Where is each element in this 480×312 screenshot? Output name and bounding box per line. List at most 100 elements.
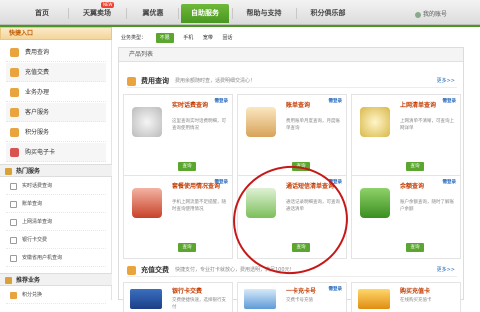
list-icon — [10, 219, 17, 226]
recommended-label: 推荐业务 — [16, 277, 41, 284]
filter-label: 业务类型： — [121, 35, 147, 41]
query-button[interactable]: 查询 — [178, 243, 196, 252]
points-icon — [10, 128, 19, 137]
points-exchange-icon — [10, 292, 17, 299]
device-icon — [10, 255, 17, 262]
card-title: 一卡充卡号 — [286, 288, 317, 295]
sidebar-item-billing[interactable]: 费用查询 — [6, 43, 106, 62]
sidebar-head: 快捷入口 — [0, 27, 112, 40]
card-desc: 费用账单月度查询，月度账单查询 — [286, 119, 340, 131]
card-one-card[interactable]: 需登录 一卡充卡号 交费卡号充值 — [237, 282, 347, 312]
card-desc: 这里查询实时话费明细，可查询使用情况 — [172, 119, 226, 131]
filter-option-mobile[interactable]: 手机 — [183, 33, 193, 43]
card-desc: 在线购买充值卡 — [400, 298, 432, 303]
ecard-icon — [10, 148, 19, 157]
hot-item-device[interactable]: 安徽省用户机查询 — [6, 250, 106, 267]
nav-home[interactable]: 首页 — [20, 4, 64, 23]
more-link[interactable]: 更多>> — [437, 263, 455, 277]
filter-option-all[interactable]: 不限 — [155, 33, 174, 43]
hot-services-label: 热门服务 — [16, 168, 41, 175]
recharge-card-icon — [358, 289, 390, 309]
hot-icon — [5, 168, 12, 175]
mouse-icon — [360, 107, 390, 137]
hot-services-head: 热门服务 — [0, 164, 112, 177]
customer-icon — [10, 108, 19, 117]
card-package-usage[interactable]: 需登录 套餐使用情况查询 手机上网流量不足提醒，随时查询使用情况 查询 — [123, 175, 233, 259]
visa-card-icon — [130, 289, 162, 309]
card-title: 银行卡交费 — [172, 288, 203, 295]
card-balance[interactable]: 需登录 余额查询 账户余额查询，随时了解账户余额 查询 — [351, 175, 461, 259]
sidebar-item-ecard[interactable]: 购买电子卡 — [6, 143, 106, 162]
card-title: 上网清单查询 — [400, 102, 437, 109]
nav-points[interactable]: 积分俱乐部 — [300, 4, 356, 23]
card-icon — [10, 237, 17, 244]
filter-option-landline[interactable]: 固话 — [222, 33, 232, 43]
recharge-icon — [10, 68, 19, 77]
hot-item-label: 账单查询 — [22, 201, 43, 207]
sidebar-item-label: 充值交费 — [25, 69, 50, 76]
card-title: 购买充值卡 — [400, 288, 431, 295]
sidebar-item-customer[interactable]: 客户服务 — [6, 103, 106, 122]
filter-option-broadband[interactable]: 宽带 — [203, 33, 213, 43]
card-desc: 账户余额查询，随时了解账户余额 — [400, 200, 454, 212]
account-label: 我的账号 — [423, 11, 448, 18]
cart-icon — [132, 188, 162, 218]
billing-icon — [10, 48, 19, 57]
sidebar-item-label: 积分服务 — [25, 129, 50, 136]
query-button[interactable]: 查询 — [178, 162, 196, 171]
hot-item-bill[interactable]: 账单查询 — [6, 196, 106, 213]
business-icon — [10, 88, 19, 97]
sidebar-item-business[interactable]: 业务办理 — [6, 83, 106, 102]
sidebar-item-label: 业务办理 — [25, 89, 50, 96]
account-link[interactable]: 我的账号 — [415, 9, 447, 18]
hot-item-realtime[interactable]: 实时话费查询 — [6, 178, 106, 195]
card-realtime-fee[interactable]: 需登录 实时话费查询 这里查询实时话费明细，可查询使用情况 查询 — [123, 94, 233, 178]
top-nav: 首页 天翼卖场 NEW 翼优惠 自助服务 帮助与支持 积分俱乐部 我的账号 — [0, 0, 480, 25]
card-desc: 手机上网流量不足提醒，随时查询使用情况 — [172, 200, 226, 212]
category-billing: 费用查询 费用余额随时查，话费明细交清心！ 更多>> — [127, 74, 457, 88]
card-buy-recharge[interactable]: 购买充值卡 在线购买充值卡 — [351, 282, 461, 312]
sidebar-item-label: 费用查询 — [25, 49, 50, 56]
recharge-category-icon — [127, 266, 136, 275]
bill-icon — [10, 201, 17, 208]
card-bank-pay[interactable]: 银行卡交费 交费便捷快速，选择银行支付 — [123, 282, 233, 312]
sidebar-item-label: 客户服务 — [25, 109, 50, 116]
sidebar-item-recharge[interactable]: 充值交费 — [6, 63, 106, 82]
hot-item-internet[interactable]: 上网清单查询 — [6, 214, 106, 231]
hot-item-label: 实时话费查询 — [22, 183, 53, 189]
nav-mall[interactable]: 天翼卖场 — [72, 4, 122, 23]
nav-self-service[interactable]: 自助服务 — [181, 4, 229, 23]
rec-item-points[interactable]: 积分兑换 — [6, 287, 106, 304]
more-link[interactable]: 更多>> — [437, 74, 455, 88]
card-title: 套餐使用情况查询 — [172, 183, 221, 190]
hot-item-label: 安徽省用户机查询 — [22, 255, 63, 261]
bill-clip-icon — [246, 107, 276, 137]
clock-icon — [10, 183, 17, 190]
card-desc: 交费便捷快速，选择银行支付 — [172, 298, 226, 310]
hot-item-bankcard[interactable]: 银行卡交费 — [6, 232, 106, 249]
category-name: 充值交费 — [141, 266, 169, 274]
card-desc: 上网清单不清晰，可查询上网详单 — [400, 119, 454, 131]
card-title: 余额查询 — [400, 183, 425, 190]
new-badge: NEW — [101, 2, 115, 8]
panel-title: 产品列表 — [119, 48, 463, 62]
query-button[interactable]: 查询 — [406, 162, 424, 171]
card-internet-list[interactable]: 需登录 上网清单查询 上网清单不清晰，可查询上网详单 查询 — [351, 94, 461, 178]
sidebar-item-points[interactable]: 积分服务 — [6, 123, 106, 142]
category-desc: 费用余额随时查，话费明细交清心！ — [175, 78, 256, 84]
recommend-icon — [5, 277, 12, 284]
query-button[interactable]: 查询 — [406, 243, 424, 252]
hot-item-label: 银行卡交费 — [22, 237, 48, 243]
nav-offers[interactable]: 翼优惠 — [130, 4, 176, 23]
yen-coin-icon — [132, 107, 162, 137]
dollar-icon — [360, 188, 390, 218]
card-title: 账单查询 — [286, 102, 311, 109]
billing-category-icon — [127, 77, 136, 86]
business-type-filter: 业务类型： 不限 手机 宽带 固话 — [121, 33, 240, 43]
nav-help[interactable]: 帮助与支持 — [236, 4, 292, 23]
user-icon — [415, 11, 421, 18]
sidebar-item-label: 购买电子卡 — [25, 149, 56, 156]
recommended-head: 推荐业务 — [0, 273, 112, 286]
hot-item-label: 上网清单查询 — [22, 219, 53, 225]
card-title: 实时话费查询 — [172, 102, 209, 109]
